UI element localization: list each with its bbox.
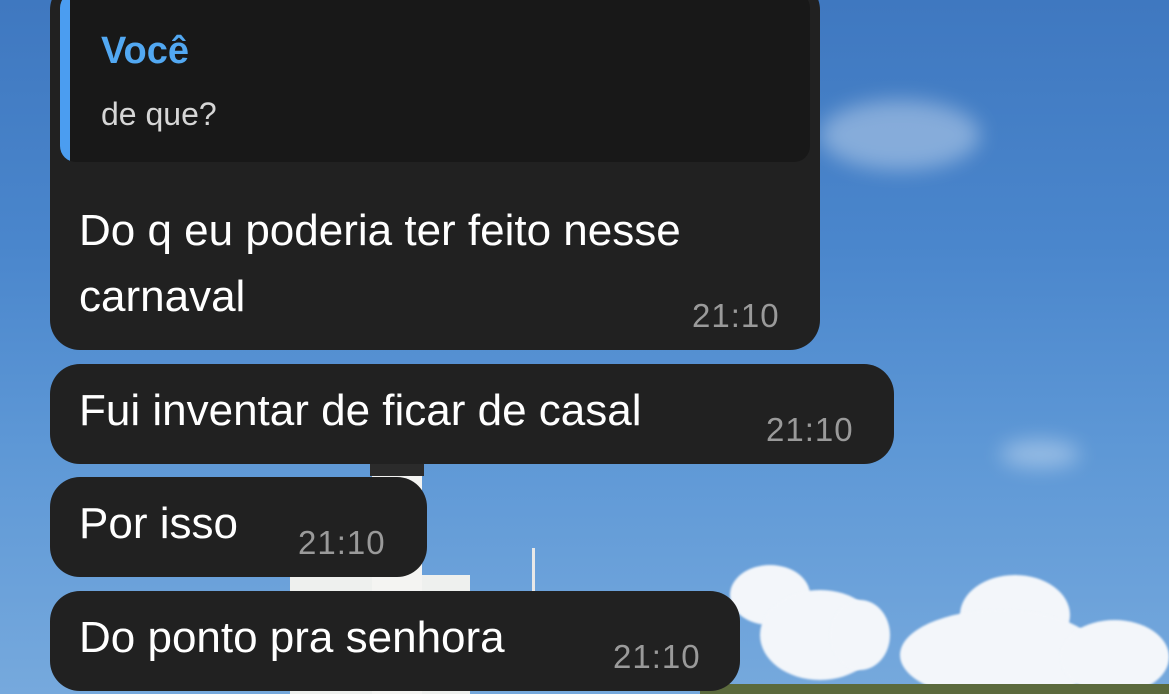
reply-text: de que? — [101, 96, 217, 132]
message-bubble[interactable]: Do ponto pra senhora 21:10 — [50, 591, 740, 691]
message-text: carnaval — [79, 272, 246, 321]
message-bubble[interactable]: Fui inventar de ficar de casal 21:10 — [50, 364, 894, 464]
reply-quote[interactable]: Você de que? — [60, 0, 810, 162]
reply-author: Você — [101, 30, 190, 72]
message-timestamp: 21:10 — [692, 297, 780, 334]
message-list[interactable]: Você de que? Do q eu poderia ter feito n… — [0, 0, 1169, 694]
message-timestamp: 21:10 — [298, 524, 386, 561]
message-text: Do q eu poderia ter feito nesse — [79, 206, 681, 255]
message-bubble[interactable]: Por isso 21:10 — [50, 477, 427, 577]
message-timestamp: 21:10 — [766, 411, 854, 448]
message-timestamp: 21:10 — [613, 638, 701, 675]
message-bubble[interactable]: Você de que? Do q eu poderia ter feito n… — [50, 0, 820, 350]
reply-quote-accent — [60, 0, 70, 162]
message-text: Por isso — [79, 499, 238, 548]
message-text: Do ponto pra senhora — [79, 613, 505, 662]
message-text: Fui inventar de ficar de casal — [79, 386, 642, 435]
